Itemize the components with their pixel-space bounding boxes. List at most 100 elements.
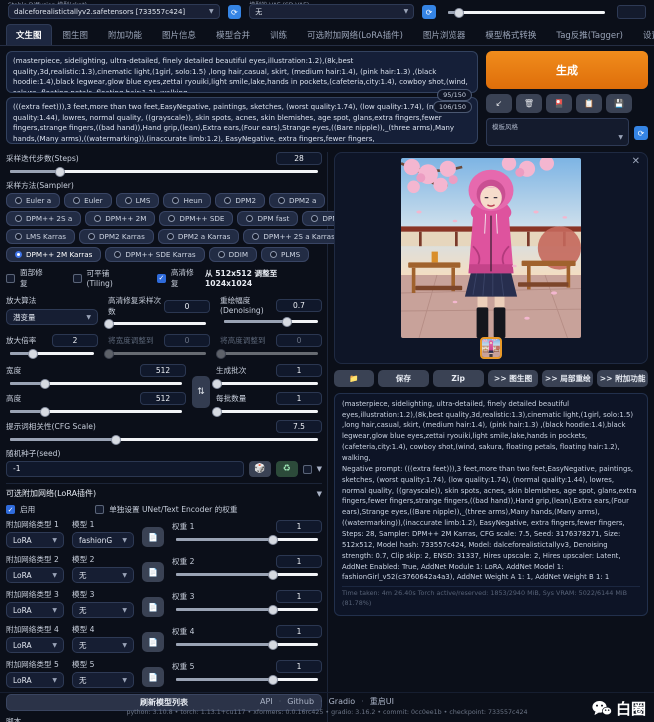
weight-slider[interactable] [176, 608, 318, 611]
refresh-checkpoint-button[interactable]: ⟳ [228, 5, 242, 19]
close-icon[interactable]: ✕ [632, 156, 640, 167]
batch-size-slider[interactable] [220, 410, 318, 413]
footer-link-gradio[interactable]: Gradio [329, 697, 356, 706]
lora-weight-value[interactable]: 1 [276, 625, 322, 638]
clip-skip-slider[interactable] [444, 5, 609, 19]
batch-count-slider[interactable] [220, 382, 318, 385]
read-last-prompt-button[interactable]: ↙ [486, 94, 512, 113]
lora-type-select[interactable]: LoRA▼ [6, 602, 64, 618]
weight-slider[interactable] [176, 538, 318, 541]
height-slider[interactable] [10, 410, 182, 413]
height-value[interactable]: 512 [140, 392, 186, 405]
open-folder-button[interactable]: 📁 [334, 370, 374, 387]
tab-2[interactable]: 附加功能 [99, 25, 151, 45]
lora-weight-value[interactable]: 1 [276, 555, 322, 568]
sampler-option[interactable]: PLMS [261, 247, 309, 262]
clear-prompt-button[interactable]: 🗑 [516, 94, 542, 113]
lora-accordion-header[interactable]: 可选附加网络(LoRA插件)▼ [6, 488, 322, 499]
styles-dropdown[interactable]: 模板风格 ▼ [486, 118, 629, 146]
sampler-option[interactable]: DPM2 a Karras [158, 229, 240, 244]
tiling-checkbox[interactable] [73, 274, 82, 283]
upscale-by-value[interactable]: 2 [52, 334, 98, 347]
batch-size-value[interactable]: 1 [276, 392, 322, 405]
hires-steps-slider[interactable] [112, 322, 206, 325]
sampler-option[interactable]: Euler a [6, 193, 60, 208]
tab-8[interactable]: 模型格式转换 [476, 25, 545, 45]
sampler-option[interactable]: DPM++ 2M [85, 211, 155, 226]
lora-model-file-button[interactable]: 📄 [142, 562, 164, 582]
upscale-by-slider[interactable] [10, 352, 94, 355]
batch-count-value[interactable]: 1 [276, 364, 322, 377]
weight-slider[interactable] [176, 643, 318, 646]
lora-model-select[interactable]: 无▼ [72, 567, 134, 583]
lora-type-select[interactable]: LoRA▼ [6, 567, 64, 583]
sampler-option[interactable]: LMS [116, 193, 160, 208]
positive-prompt-input[interactable]: (masterpiece, sidelighting, ultra-detail… [6, 51, 478, 93]
lora-model-file-button[interactable]: 📄 [142, 597, 164, 617]
lora-separate-weights-checkbox[interactable] [95, 505, 104, 514]
sampler-option[interactable]: LMS Karras [6, 229, 75, 244]
save-style-button[interactable]: 💾 [606, 94, 632, 113]
weight-slider[interactable] [176, 678, 318, 681]
footer-link-github[interactable]: Github [287, 697, 314, 706]
hires-fix-checkbox[interactable]: ✓ [157, 274, 166, 283]
cfg-slider[interactable] [10, 438, 318, 441]
hires-steps-value[interactable]: 0 [164, 300, 210, 313]
lora-model-file-button[interactable]: 📄 [142, 632, 164, 652]
vae-select[interactable]: 无▼ [249, 4, 414, 19]
tab-4[interactable]: 模型合并 [207, 25, 259, 45]
sampler-option[interactable]: DDIM [209, 247, 257, 262]
denoising-slider[interactable] [224, 320, 318, 323]
seed-extra-arrow-icon[interactable]: ▼ [317, 465, 322, 473]
lora-type-select[interactable]: LoRA▼ [6, 637, 64, 653]
lora-model-file-button[interactable]: 📄 [142, 527, 164, 547]
tab-1[interactable]: 图生图 [54, 25, 98, 45]
steps-slider[interactable] [10, 170, 318, 173]
width-slider[interactable] [10, 382, 182, 385]
denoising-value[interactable]: 0.7 [276, 299, 322, 312]
sampler-option[interactable]: Heun [163, 193, 211, 208]
tab-3[interactable]: 图片信息 [153, 25, 205, 45]
upscaler-select[interactable]: 潜变量▼ [6, 309, 98, 325]
sampler-option[interactable]: Euler [64, 193, 111, 208]
sampler-option[interactable]: DPM++ SDE [159, 211, 233, 226]
lora-model-select[interactable]: 无▼ [72, 637, 134, 653]
width-value[interactable]: 512 [140, 364, 186, 377]
lora-weight-value[interactable]: 1 [276, 590, 322, 603]
refresh-styles-button[interactable]: ⟳ [634, 126, 648, 140]
lora-weight-value[interactable]: 1 [276, 520, 322, 533]
lora-enable-checkbox[interactable]: ✓ [6, 505, 15, 514]
swap-dimensions-button[interactable]: ⇅ [192, 376, 210, 408]
extra-networks-button[interactable]: 🎴 [546, 94, 572, 113]
generate-button[interactable]: 生成 [486, 51, 648, 89]
gallery-thumbnail[interactable] [480, 337, 502, 359]
lora-model-select[interactable]: 无▼ [72, 602, 134, 618]
tab-7[interactable]: 图片浏览器 [414, 25, 475, 45]
sampler-option[interactable]: DPM++ 2S a [6, 211, 81, 226]
sampler-option[interactable]: DPM++ SDE Karras [105, 247, 204, 262]
lora-weight-value[interactable]: 1 [276, 660, 322, 673]
sampler-option[interactable]: DPM2 [215, 193, 265, 208]
checkpoint-select[interactable]: dalceforealistictallyv2.safetensors [733… [8, 4, 220, 19]
send-to-img2img-button[interactable]: >> 图生图 [488, 370, 539, 387]
random-seed-button[interactable]: 🎲 [249, 461, 271, 477]
tab-0[interactable]: 文生图 [6, 24, 52, 45]
generated-image[interactable] [401, 158, 581, 338]
sampler-option[interactable]: DPM2 Karras [79, 229, 154, 244]
tab-9[interactable]: Tag反推(Tagger) [547, 25, 632, 45]
send-to-inpaint-button[interactable]: >> 局部重绘 [542, 370, 593, 387]
reuse-seed-button[interactable]: ♻ [276, 461, 298, 477]
extra-seed-checkbox[interactable] [303, 465, 312, 474]
footer-link-重启ui[interactable]: 重启UI [370, 697, 394, 706]
save-button[interactable]: 保存 [378, 370, 429, 387]
refresh-vae-button[interactable]: ⟳ [422, 5, 436, 19]
footer-link-api[interactable]: API [260, 697, 273, 706]
apply-style-button[interactable]: 📋 [576, 94, 602, 113]
negative-prompt-input[interactable]: (((extra feet))),3 feet,more than two fe… [6, 97, 478, 144]
seed-input[interactable]: -1 [6, 461, 244, 477]
lora-model-select[interactable]: fashionG▼ [72, 532, 134, 548]
cfg-value[interactable]: 7.5 [276, 420, 322, 433]
tab-10[interactable]: 设置 [634, 25, 654, 45]
send-to-extras-button[interactable]: >> 附加功能 [597, 370, 648, 387]
tab-5[interactable]: 训练 [261, 25, 296, 45]
